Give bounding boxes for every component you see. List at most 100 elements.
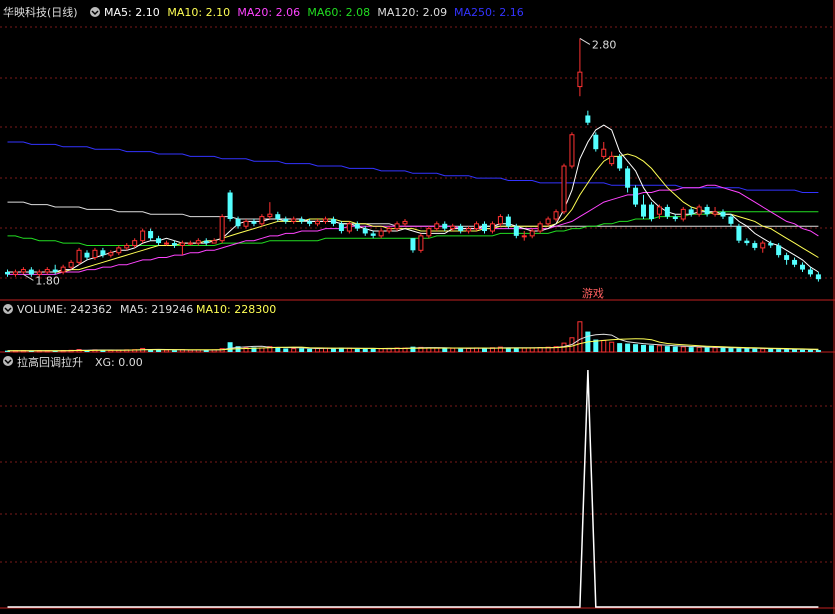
volume-bar (712, 347, 718, 353)
candle (593, 132, 599, 152)
candle (346, 221, 352, 234)
kline-chart[interactable]: 2.80 1.80 游戏 华映科技(日线) MA5: 2.10 MA10: 2.1… (0, 0, 835, 614)
indicator-legend: 拉高回调拉升 XG: 0.00 (3, 355, 143, 369)
ma250-line (7, 141, 819, 193)
candle (156, 235, 162, 246)
candle (251, 219, 257, 227)
candle (672, 214, 678, 222)
volume-bar (736, 348, 742, 352)
volume-bar (815, 350, 821, 352)
volume-bar (784, 349, 790, 352)
volume-bar (259, 347, 265, 353)
candle (132, 238, 138, 248)
collapse-icon[interactable] (90, 7, 100, 17)
candle (219, 214, 225, 244)
indicator-title: 拉高回调拉升 (17, 355, 83, 369)
candle (227, 190, 233, 222)
candle (203, 238, 209, 246)
candle (434, 221, 440, 232)
candle (394, 221, 400, 232)
volume-bar (378, 348, 384, 353)
volume-collapse-icon[interactable] (3, 304, 13, 314)
candle (370, 231, 376, 239)
candle (259, 214, 265, 227)
candle (633, 185, 639, 207)
candle (108, 250, 114, 258)
candle (20, 267, 26, 275)
ma-legend-item: MA10: 2.10 (167, 6, 230, 19)
candle (12, 269, 18, 277)
high-price-label: 2.80 (592, 38, 617, 51)
candle (545, 216, 551, 227)
candle (315, 219, 321, 227)
volume-bar (330, 348, 336, 352)
candle (187, 240, 193, 246)
candle (458, 223, 464, 234)
volume-bar (704, 347, 710, 352)
ma-legend-item: MA20: 2.06 (237, 6, 300, 19)
candle (489, 221, 495, 234)
candle (815, 271, 821, 282)
candle (28, 267, 34, 277)
volume-bar (299, 348, 305, 352)
candle (68, 259, 74, 270)
price-legend: 华映科技(日线) MA5: 2.10 MA10: 2.10 MA20: 2.06 MA… (3, 5, 524, 19)
volume-legend: VOLUME: 242362 MA5: 219246 MA10: 228300 (3, 303, 276, 316)
candle (466, 226, 472, 234)
volume-bar (354, 348, 360, 352)
candle (179, 240, 185, 256)
volume-bar (283, 348, 289, 352)
volume-bar (434, 347, 440, 353)
candle (5, 269, 10, 277)
candle (553, 209, 559, 222)
candle (323, 216, 328, 224)
price-grid (0, 26, 835, 279)
candle (601, 141, 607, 159)
volume-bar (577, 321, 583, 353)
volume-bar (307, 348, 313, 352)
candle (712, 206, 718, 217)
candle (307, 219, 313, 227)
ma20-line (7, 184, 819, 275)
stock-title: 华映科技(日线) (3, 5, 78, 19)
volume-bar (641, 344, 646, 352)
candle (402, 219, 408, 227)
candle (418, 233, 424, 253)
candle (736, 223, 742, 244)
candle (299, 216, 305, 224)
candle (569, 132, 575, 169)
candle (171, 240, 177, 248)
volume-bar (291, 348, 297, 353)
high-annotation: 2.80 (579, 38, 617, 51)
candle (148, 228, 154, 241)
volume-bar (466, 347, 472, 353)
volume-title: VOLUME: 242362 (17, 303, 112, 316)
low-price-label: 1.80 (35, 274, 60, 287)
ma-legend-item: MA250: 2.16 (454, 6, 524, 19)
candle (760, 240, 766, 253)
candle (648, 202, 654, 222)
candle (609, 151, 615, 167)
candle (704, 204, 710, 217)
candle (291, 216, 297, 224)
ma-legend-item: MA120: 2.09 (377, 6, 447, 19)
volume-bar (807, 349, 813, 352)
volume-bar (482, 348, 487, 352)
candle (283, 216, 289, 224)
candle (442, 221, 448, 232)
volume-bar (164, 349, 169, 353)
signal-marker-label: 游戏 (582, 287, 604, 300)
volume-bar (529, 347, 535, 353)
candle (617, 154, 623, 171)
volume-bar (728, 348, 734, 352)
candle (577, 38, 583, 97)
indicator-grid (0, 405, 835, 563)
volume-ma5: MA5: 219246 (120, 303, 193, 316)
indicator-value: XG: 0.00 (95, 356, 143, 369)
ma-legend-item: MA5: 2.10 (104, 6, 160, 19)
candlesticks (5, 38, 821, 282)
volume-bar (609, 341, 615, 353)
indicator-collapse-icon[interactable] (3, 356, 13, 366)
candle (164, 240, 169, 246)
volume-bar (688, 347, 694, 352)
